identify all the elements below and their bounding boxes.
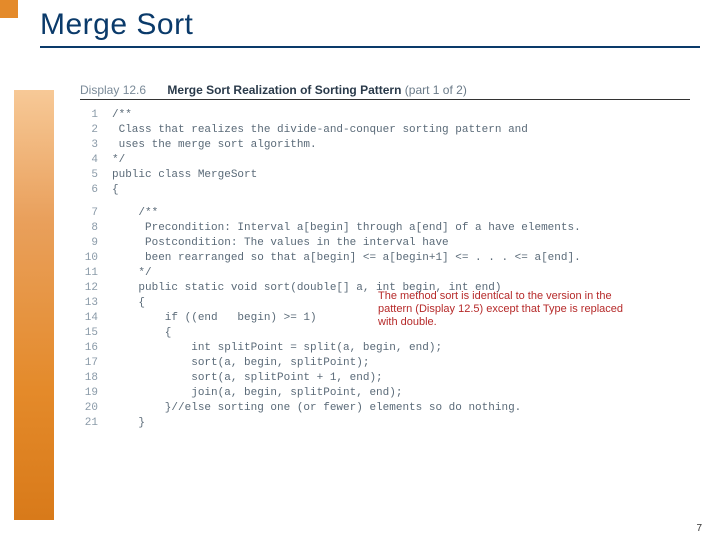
display-number: 12.6 — [123, 83, 146, 97]
annotation-line: with double. — [378, 316, 678, 329]
code-line: 3 uses the merge sort algorithm. — [80, 138, 700, 153]
code-line: 18 sort(a, splitPoint + 1, end); — [80, 371, 700, 386]
title-bar: Merge Sort — [40, 8, 700, 48]
code-listing: 1/** 2 Class that realizes the divide-an… — [80, 108, 700, 431]
annotation-callout: The method sort is identical to the vers… — [378, 290, 678, 329]
annotation-line: The method sort is identical to the vers… — [378, 290, 678, 303]
code-line: 11 */ — [80, 266, 700, 281]
page-title: Merge Sort — [40, 8, 700, 42]
code-line: 21 } — [80, 416, 700, 431]
code-line: 6{ — [80, 183, 700, 198]
code-line: 2 Class that realizes the divide-and-con… — [80, 123, 700, 138]
page-number: 7 — [696, 523, 702, 534]
code-line: 5public class MergeSort — [80, 168, 700, 183]
code-line: 9 Postcondition: The values in the inter… — [80, 236, 700, 251]
display-header: Display 12.6 Merge Sort Realization of S… — [80, 83, 690, 100]
display-label: Display — [80, 83, 119, 97]
display-title: Merge Sort Realization of Sorting Patter… — [167, 83, 401, 97]
code-line: 16 int splitPoint = split(a, begin, end)… — [80, 341, 700, 356]
code-line: 20 }//else sorting one (or fewer) elemen… — [80, 401, 700, 416]
code-line: 7 /** — [80, 206, 700, 221]
code-line: 19 join(a, begin, splitPoint, end); — [80, 386, 700, 401]
side-accent-bar — [14, 90, 54, 520]
code-line: 4*/ — [80, 153, 700, 168]
code-line: 8 Precondition: Interval a[begin] throug… — [80, 221, 700, 236]
annotation-line: pattern (Display 12.5) except that Type … — [378, 303, 678, 316]
corner-accent — [0, 0, 18, 18]
code-line: 10 been rearranged so that a[begin] <= a… — [80, 251, 700, 266]
code-line: 1/** — [80, 108, 700, 123]
code-line: 17 sort(a, begin, splitPoint); — [80, 356, 700, 371]
display-part: (part 1 of 2) — [405, 83, 467, 97]
